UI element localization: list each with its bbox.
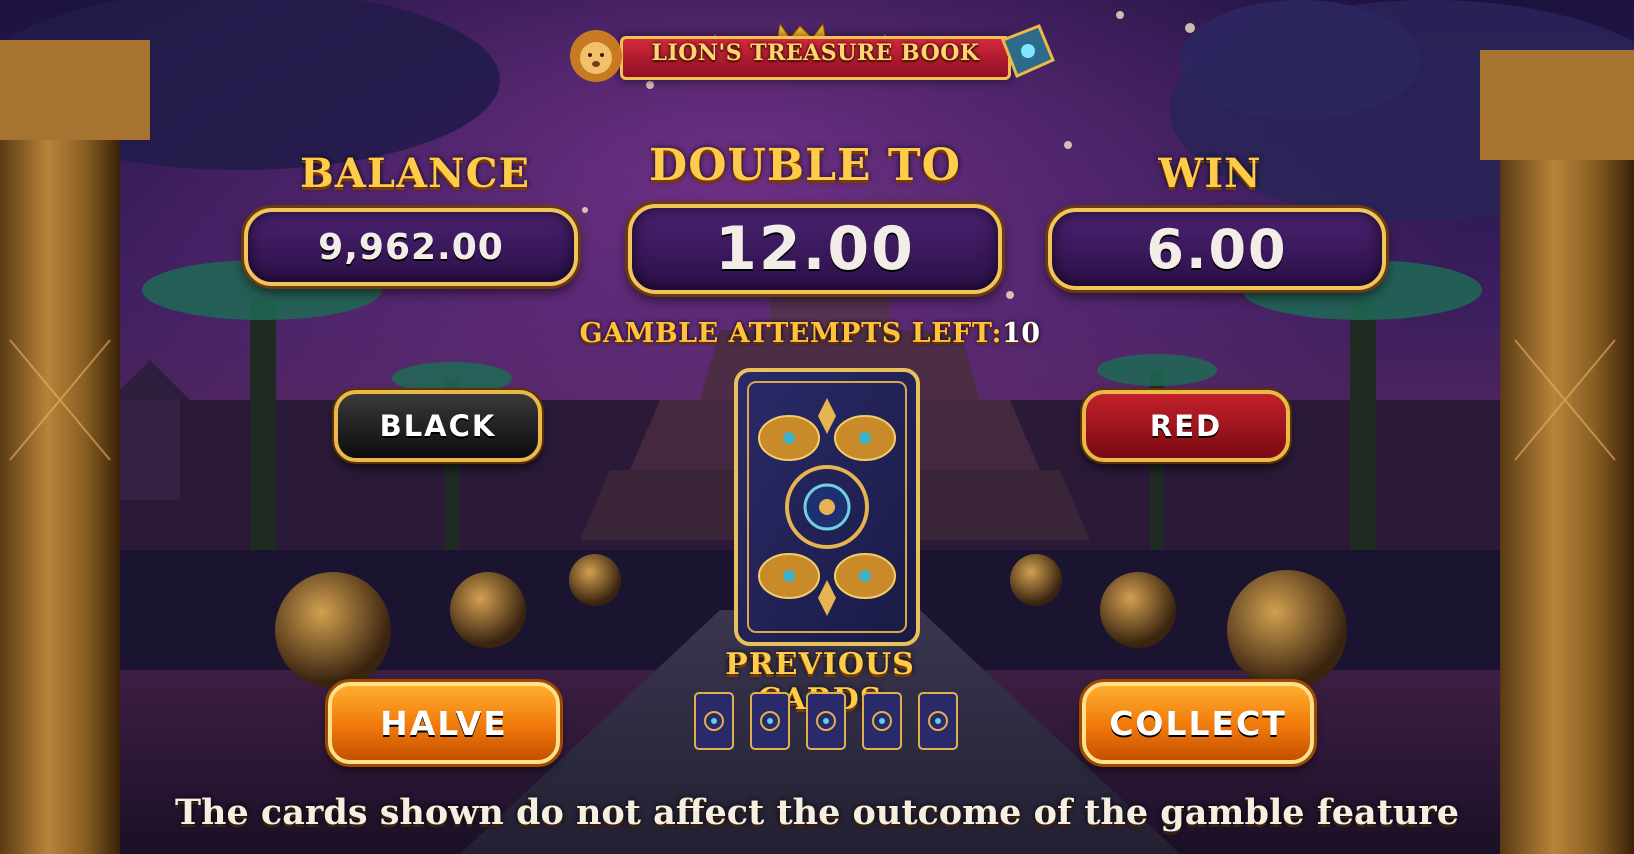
gamble-attempts-value: 10	[1001, 318, 1041, 349]
halve-button[interactable]: HALVE	[328, 682, 560, 764]
previous-card	[862, 692, 902, 750]
gamble-attempts-label: GAMBLE ATTEMPTS LEFT:	[579, 318, 1002, 349]
previous-card	[918, 692, 958, 750]
previous-card	[694, 692, 734, 750]
game-screen: LION'S TREASURE BOOK BALANCE DOUBLE TO W…	[0, 0, 1634, 854]
disclaimer-text: The cards shown do not affect the outcom…	[174, 792, 1460, 833]
gamble-attempts: GAMBLE ATTEMPTS LEFT:10	[540, 318, 1080, 349]
collect-button[interactable]: COLLECT	[1082, 682, 1314, 764]
previous-card	[806, 692, 846, 750]
game-title-banner: LION'S TREASURE BOOK	[565, 20, 1060, 84]
lion-icon	[570, 30, 622, 82]
balance-label: BALANCE	[300, 150, 530, 197]
win-label: WIN	[1158, 150, 1262, 197]
win-value: 6.00	[1048, 208, 1386, 290]
double-to-value: 12.00	[628, 204, 1002, 294]
previous-card	[750, 692, 790, 750]
balance-value: 9,962.00	[244, 208, 578, 286]
previous-cards-row	[694, 692, 964, 752]
game-title: LION'S TREASURE BOOK	[651, 40, 980, 66]
double-to-label: DOUBLE TO	[649, 140, 961, 191]
face-down-card	[734, 368, 920, 646]
red-button[interactable]: RED	[1082, 390, 1290, 462]
black-button[interactable]: BLACK	[334, 390, 542, 462]
